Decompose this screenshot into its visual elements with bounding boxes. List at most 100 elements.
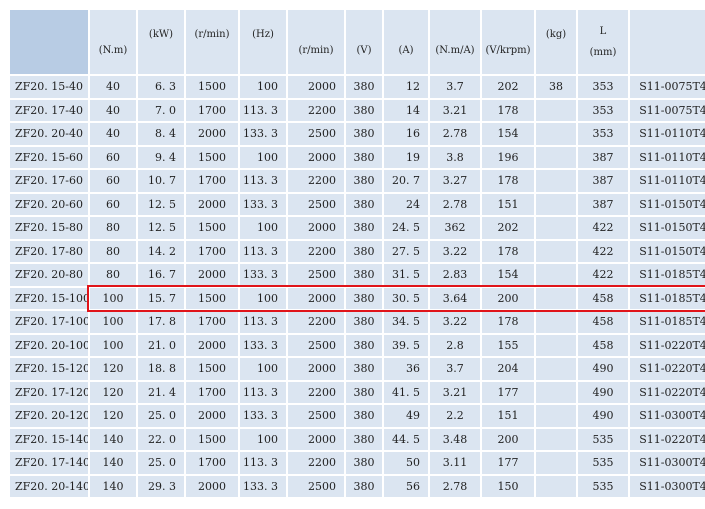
table-cell: 2500 (288, 123, 344, 145)
table-cell: S11-0075T4 (630, 76, 705, 98)
model-cell: ZF20. 20-140 (10, 475, 88, 497)
table-cell: 2200 (288, 170, 344, 192)
column-header-unit: (mm) (589, 47, 617, 58)
model-cell: ZF20. 15-100 (10, 287, 88, 309)
table-cell: 8. 4 (138, 123, 184, 145)
column-header-0 (10, 10, 88, 74)
table-cell: 2500 (288, 193, 344, 215)
table-cell: 3.22 (430, 240, 480, 262)
table-cell: 133. 3 (240, 475, 286, 497)
table-cell: 2000 (186, 264, 238, 286)
table-cell: S11-0150T4 (630, 217, 705, 239)
table-cell (536, 170, 576, 192)
table-cell: 380 (346, 405, 382, 427)
table-cell: 3.64 (430, 287, 480, 309)
column-header-label: (kW) (148, 28, 174, 40)
table-cell: 41. 5 (384, 381, 428, 403)
table-cell: 2200 (288, 99, 344, 121)
table-cell: 200 (482, 287, 534, 309)
table-cell: 200 (482, 428, 534, 450)
table-cell: 100 (90, 334, 136, 356)
table-cell: 100 (240, 428, 286, 450)
table-cell: 1500 (186, 428, 238, 450)
table-cell (536, 146, 576, 168)
table-cell: 2000 (288, 428, 344, 450)
table-cell: 2000 (288, 287, 344, 309)
table-cell: 29. 3 (138, 475, 184, 497)
table-cell: 38 (536, 76, 576, 98)
table-row: ZF20. 15-60 60 9. 4 1500 100 2000 380 19 3.8 196 3… (10, 146, 705, 168)
table-cell: 39. 5 (384, 334, 428, 356)
table-row: ZF20. 15-140 140 22. 0 1500 100 2000 380 44. 53… (10, 428, 705, 450)
motor-spec-table: (N.m) (kW) (r/min) (Hz) (r/min) (V) (A) (N.m/A)… (8, 8, 705, 499)
table-cell: 380 (346, 170, 382, 192)
table-cell: 133. 3 (240, 123, 286, 145)
column-header-label: (r/min) (194, 28, 230, 40)
table-cell: 1700 (186, 381, 238, 403)
table-cell: 16. 7 (138, 264, 184, 286)
table-row: ZF20. 15-120 120 18. 8 1500 100 2000 380 36 3.7 2… (10, 358, 705, 380)
column-header-12 (630, 10, 705, 74)
table-cell: 113. 3 (240, 170, 286, 192)
table-cell: 535 (578, 475, 628, 497)
table-cell: 9. 4 (138, 146, 184, 168)
table-cell: 2200 (288, 381, 344, 403)
table-cell: 60 (90, 193, 136, 215)
table-cell: S11-0150T4 (630, 193, 705, 215)
table-row: ZF20. 20-80 80 16. 7 2000 133. 3 2500 380 31. 5… (10, 264, 705, 286)
table-cell: 353 (578, 76, 628, 98)
table-cell: 100 (240, 217, 286, 239)
column-header-4: (Hz) (240, 10, 286, 74)
table-cell: 353 (578, 99, 628, 121)
table-cell: 380 (346, 217, 382, 239)
table-cell: 178 (482, 170, 534, 192)
table-cell: 40 (90, 123, 136, 145)
table-cell: 387 (578, 146, 628, 168)
table-cell: 380 (346, 287, 382, 309)
model-cell: ZF20. 17-100 (10, 311, 88, 333)
spec-table-wrapper: (N.m) (kW) (r/min) (Hz) (r/min) (V) (A) (N.m/A)… (8, 8, 705, 499)
table-cell: 113. 3 (240, 99, 286, 121)
table-cell: 2.2 (430, 405, 480, 427)
table-cell: 380 (346, 475, 382, 497)
table-cell: 24 (384, 193, 428, 215)
table-cell: 12. 5 (138, 193, 184, 215)
column-header-10: (kg) (536, 10, 576, 74)
table-cell: 380 (346, 311, 382, 333)
table-cell: 3.22 (430, 311, 480, 333)
table-cell: 535 (578, 452, 628, 474)
table-cell: 120 (90, 405, 136, 427)
table-cell: 80 (90, 217, 136, 239)
model-cell: ZF20. 20-40 (10, 123, 88, 145)
table-cell: 380 (346, 146, 382, 168)
table-row: ZF20. 17-60 60 10. 7 1700 113. 3 2200 380 20. 7… (10, 170, 705, 192)
table-cell: 113. 3 (240, 452, 286, 474)
table-cell (536, 405, 576, 427)
table-row: ZF20. 17-100 100 17. 8 1700 113. 3 2200 380 34.… (10, 311, 705, 333)
table-cell: 80 (90, 264, 136, 286)
table-cell (536, 311, 576, 333)
table-row: ZF20. 15-80 80 12. 5 1500 100 2000 380 24. 5 362… (10, 217, 705, 239)
table-cell: 1700 (186, 240, 238, 262)
table-cell: 12 (384, 76, 428, 98)
table-cell: 100 (240, 287, 286, 309)
table-cell: 1700 (186, 452, 238, 474)
column-header-label: (r/min) (298, 44, 334, 56)
table-cell: 6. 3 (138, 76, 184, 98)
table-cell: 133. 3 (240, 264, 286, 286)
table-cell: 177 (482, 452, 534, 474)
table-cell: S11-0300T4 (630, 452, 705, 474)
table-cell: 178 (482, 99, 534, 121)
column-header-6: (V) (346, 10, 382, 74)
table-cell: 387 (578, 170, 628, 192)
table-row: ZF20. 17-80 80 14. 2 1700 113. 3 2200 380 27. 5… (10, 240, 705, 262)
table-cell: 177 (482, 381, 534, 403)
table-cell: 60 (90, 146, 136, 168)
table-cell: 154 (482, 264, 534, 286)
table-cell: 535 (578, 428, 628, 450)
table-cell: 2.83 (430, 264, 480, 286)
column-header-label: (V) (356, 44, 372, 56)
column-header-label: (kg) (545, 28, 567, 40)
table-cell: 113. 3 (240, 381, 286, 403)
table-cell: 21. 0 (138, 334, 184, 356)
